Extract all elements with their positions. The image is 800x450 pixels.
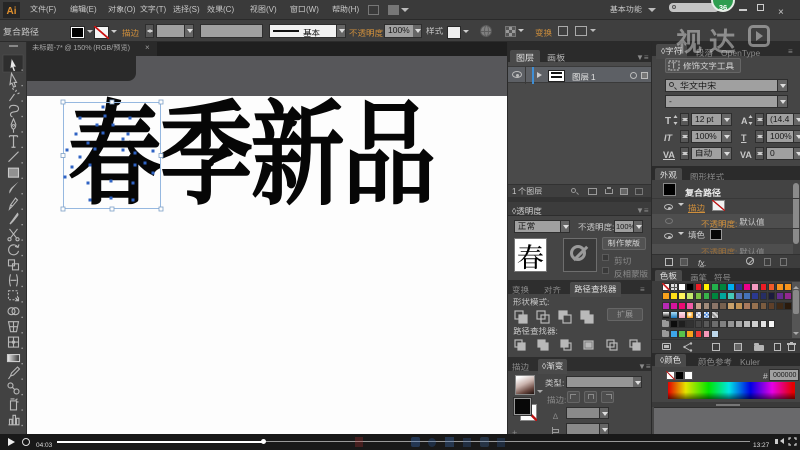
svg-text:T: T xyxy=(671,62,676,71)
